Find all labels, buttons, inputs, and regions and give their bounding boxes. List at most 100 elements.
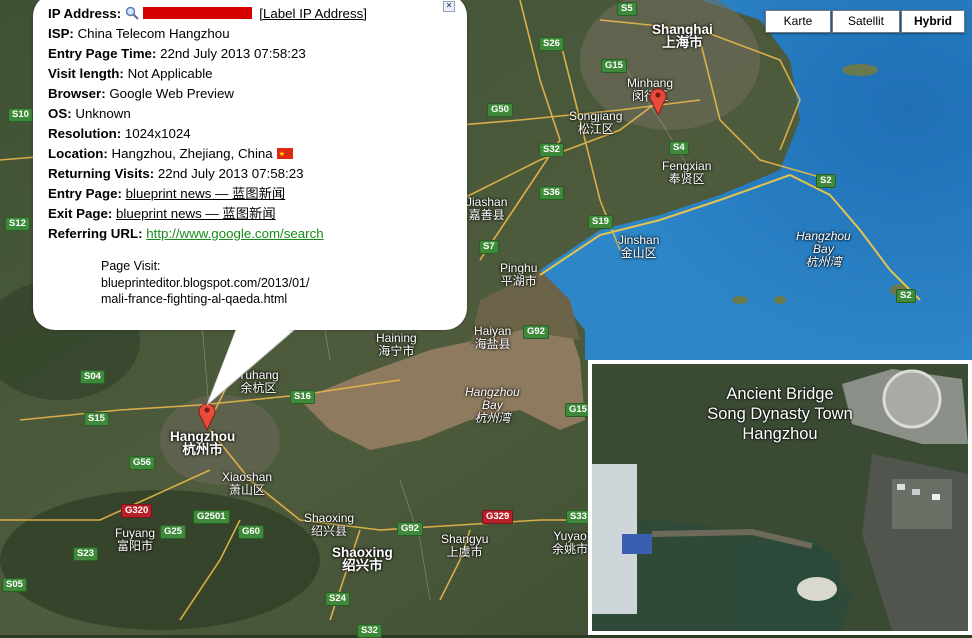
road-shield: S2 [896,289,916,303]
label-haiyan: Haiyan 海盐县 [474,325,511,351]
label-hangzhou-bay-2: Hangzhou Bay 杭州湾 [796,230,851,269]
label-haining-en: Haining [376,331,417,345]
road-shield: S04 [80,370,105,384]
map-type-karte-button[interactable]: Karte [765,10,831,33]
road-shield: S12 [5,217,30,231]
exit-page-link[interactable]: blueprint news — 蓝图新闻 [116,206,276,221]
road-shield: G92 [397,522,423,536]
row-returning: Returning Visits: 22nd July 2013 07:58:2… [48,164,367,184]
label-shangyu-cn: 上虞市 [446,545,483,559]
label-hangzhou-cn: 杭州市 [182,442,223,457]
road-shield: G60 [238,525,264,539]
entry-page-link[interactable]: blueprint news — 蓝图新闻 [126,186,286,201]
label-haiyan-en: Haiyan [474,324,512,338]
page-visit-url-line1: blueprinteditor.blogspot.com/2013/01/ [101,275,310,290]
close-icon[interactable]: ✕ [443,1,455,12]
road-shield: G15 [601,59,627,73]
entry-page-label: Entry Page: [48,186,122,201]
exit-page-label: Exit Page: [48,206,113,221]
label-shanghai-cn: 上海市 [662,35,703,50]
magnifier-icon[interactable] [125,6,139,20]
label-jinshan-cn: 金山区 [620,246,657,260]
isp-label: ISP: [48,26,74,41]
road-shield: S23 [73,547,98,561]
road-shield: G92 [523,325,549,339]
label-fengxian-en: Fengxian [662,159,712,173]
label-haining: Haining 海宁市 [376,332,417,358]
road-shield: S10 [8,108,33,122]
page-visit: Page Visit: blueprinteditor.blogspot.com… [101,258,309,308]
returning-value: 22nd July 2013 07:58:23 [157,166,304,181]
browser-value: Google Web Preview [109,86,235,101]
label-hangzhou-bay-1-cn: 杭州湾 [474,411,511,425]
road-shield: S19 [588,215,613,229]
row-entry-time: Entry Page Time: 22nd July 2013 07:58:23 [48,44,367,64]
label-songjiang-en: Songjiang [569,109,623,123]
page-visit-label: Page Visit: [101,259,161,273]
road-shield: S05 [2,578,27,592]
resolution-label: Resolution: [48,126,122,141]
os-label: OS: [48,106,72,121]
label-songjiang: Songjiang 松江区 [569,110,622,136]
label-shaoxing: Shaoxing 绍兴市 [332,546,393,573]
label-hangzhou-bay-2-cn: 杭州湾 [805,255,842,269]
row-entry-page: Entry Page: blueprint news — 蓝图新闻 [48,184,367,204]
road-shield: G329 [482,510,514,524]
label-yuhang-cn: 余杭区 [240,381,277,395]
label-shaoxing-county-en: Shaoxing [304,511,355,525]
label-shanghai: Shanghai 上海市 [652,23,713,50]
row-visit-length: Visit length: Not Applicable [48,64,367,84]
map-type-control: Karte Satellit Hybrid [765,10,966,33]
label-hangzhou-bay-2-en: Hangzhou [796,229,851,243]
road-shield: S36 [539,186,564,200]
label-yuhang: Yuhang 余杭区 [238,369,279,395]
entry-time-label: Entry Page Time: [48,46,157,61]
label-songjiang-cn: 松江区 [577,122,614,136]
returning-label: Returning Visits: [48,166,155,181]
label-xiaoshan-en: Xiaoshan [222,470,273,484]
row-browser: Browser: Google Web Preview [48,84,367,104]
label-ip-address-link[interactable]: [Label IP Address] [259,6,367,21]
os-value: Unknown [75,106,131,121]
row-ip: IP Address: [Label IP Address] [48,4,367,24]
label-fuyang-cn: 富阳市 [117,539,154,553]
label-fuyang-en: Fuyang [115,526,156,540]
referring-url-link[interactable]: http://www.google.com/search [146,226,323,241]
label-fuyang: Fuyang 富阳市 [115,527,155,553]
label-pinghu-en: Pinghu [500,261,538,275]
china-flag-icon [276,145,293,165]
isp-value: China Telecom Hangzhou [77,26,230,41]
map-type-satellite-button[interactable]: Satellit [832,10,900,33]
map-pin-hangzhou[interactable] [198,401,216,431]
inset-caption-line2: Song Dynasty Town [707,405,853,423]
row-referring: Referring URL: http://www.google.com/sea… [48,224,367,244]
road-shield: S32 [539,143,564,157]
label-hangzhou: Hangzhou 杭州市 [170,430,235,457]
visit-length-value: Not Applicable [127,66,213,81]
road-shield: S2 [816,174,836,188]
visit-length-label: Visit length: [48,66,124,81]
label-hangzhou-bay-1-b: Bay [482,398,503,412]
label-shaoxing-cn: 绍兴市 [342,558,383,573]
map-pin-shanghai[interactable] [649,86,667,116]
road-shield: S4 [669,141,689,155]
label-xiaoshan: Xiaoshan 萧山区 [222,471,272,497]
map-type-hybrid-button[interactable]: Hybrid [901,10,965,33]
label-shangyu: Shangyu 上虞市 [441,533,488,559]
ip-label: IP Address: [48,6,122,21]
row-exit-page: Exit Page: blueprint news — 蓝图新闻 [48,204,367,224]
road-shield: S16 [290,390,315,404]
label-shangyu-en: Shangyu [441,532,489,546]
label-hangzhou-bay-1-en: Hangzhou [465,385,520,399]
label-yuyao: Yuyao 余姚市 [552,530,588,556]
ip-redacted [142,7,252,19]
label-xiaoshan-cn: 萧山区 [229,483,266,497]
resolution-value: 1024x1024 [124,126,191,141]
road-shield: S26 [539,37,564,51]
inset-caption-line3: Hangzhou [742,425,818,443]
inset-photo: Ancient Bridge Song Dynasty Town Hangzho… [588,360,972,635]
row-os: OS: Unknown [48,104,367,124]
label-haining-cn: 海宁市 [378,344,415,358]
road-shield: S7 [479,240,499,254]
row-resolution: Resolution: 1024x1024 [48,124,367,144]
